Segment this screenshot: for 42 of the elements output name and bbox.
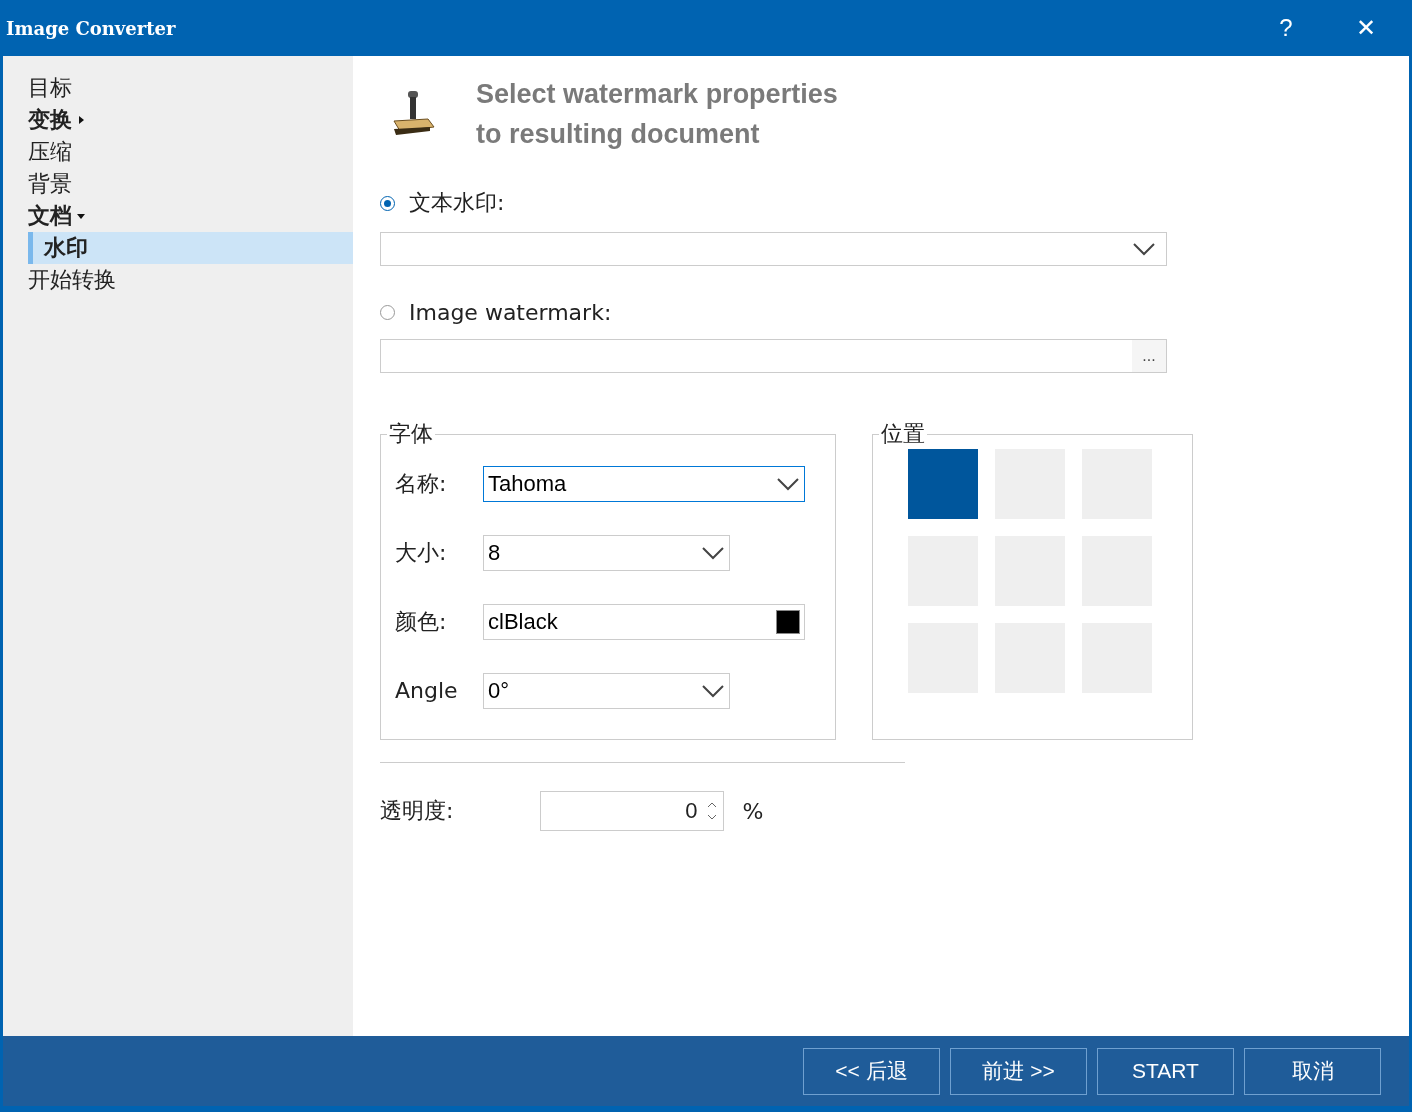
- sidebar-item[interactable]: 开始转换: [28, 264, 353, 296]
- footer-button[interactable]: 取消: [1244, 1047, 1381, 1095]
- group-legend: 位置: [879, 419, 927, 449]
- footer-button[interactable]: START: [1097, 1047, 1234, 1095]
- page-heading: Select watermark properties to resulting document: [476, 78, 838, 151]
- chevron-down-icon: [776, 476, 800, 491]
- footer-button[interactable]: << 后退: [803, 1047, 940, 1095]
- color-picker[interactable]: clBlack: [483, 603, 805, 640]
- footer-button[interactable]: 前进 >>: [950, 1047, 1087, 1095]
- sidebar-item[interactable]: 目标: [28, 72, 353, 104]
- combo-box[interactable]: 0°: [483, 672, 730, 709]
- image-watermark-radio[interactable]: Image watermark:: [380, 300, 1409, 325]
- field-label: 颜色:: [395, 607, 448, 636]
- sidebar-item[interactable]: 变换: [28, 104, 353, 136]
- text-watermark-dropdown[interactable]: [380, 232, 1167, 266]
- sidebar-item[interactable]: 水印: [28, 232, 353, 264]
- sidebar-item[interactable]: 压缩: [28, 136, 353, 168]
- field-label: 大小:: [395, 538, 448, 567]
- color-swatch-icon: [776, 609, 800, 634]
- percent-label: %: [742, 798, 764, 824]
- position-cell[interactable]: [908, 449, 978, 519]
- field-label: 名称:: [395, 469, 448, 498]
- spin-arrows-icon: [707, 800, 718, 822]
- sidebar-item[interactable]: 背景: [28, 168, 353, 200]
- combo-box[interactable]: Tahoma: [483, 465, 805, 502]
- image-path-field[interactable]: ...: [380, 339, 1167, 373]
- transparency-spinbox[interactable]: 0: [540, 791, 725, 831]
- field-label: Angle: [395, 678, 459, 703]
- chevron-down-icon: [701, 683, 725, 698]
- text-watermark-radio[interactable]: 文本水印:: [380, 188, 1409, 218]
- transparency-label: 透明度:: [380, 797, 454, 825]
- sidebar-item[interactable]: 文档: [28, 200, 353, 232]
- chevron-down-icon: [701, 545, 725, 560]
- window-title: Image Converter: [6, 17, 177, 39]
- help-button[interactable]: ?: [1246, 0, 1326, 56]
- chevron-down-icon: [1132, 242, 1156, 256]
- caret-icon: [76, 115, 86, 125]
- group-legend: 字体: [387, 419, 435, 449]
- close-button[interactable]: ✕: [1326, 0, 1406, 56]
- browse-button[interactable]: ...: [1132, 340, 1166, 372]
- combo-box[interactable]: 8: [483, 534, 730, 571]
- caret-icon: [76, 211, 86, 221]
